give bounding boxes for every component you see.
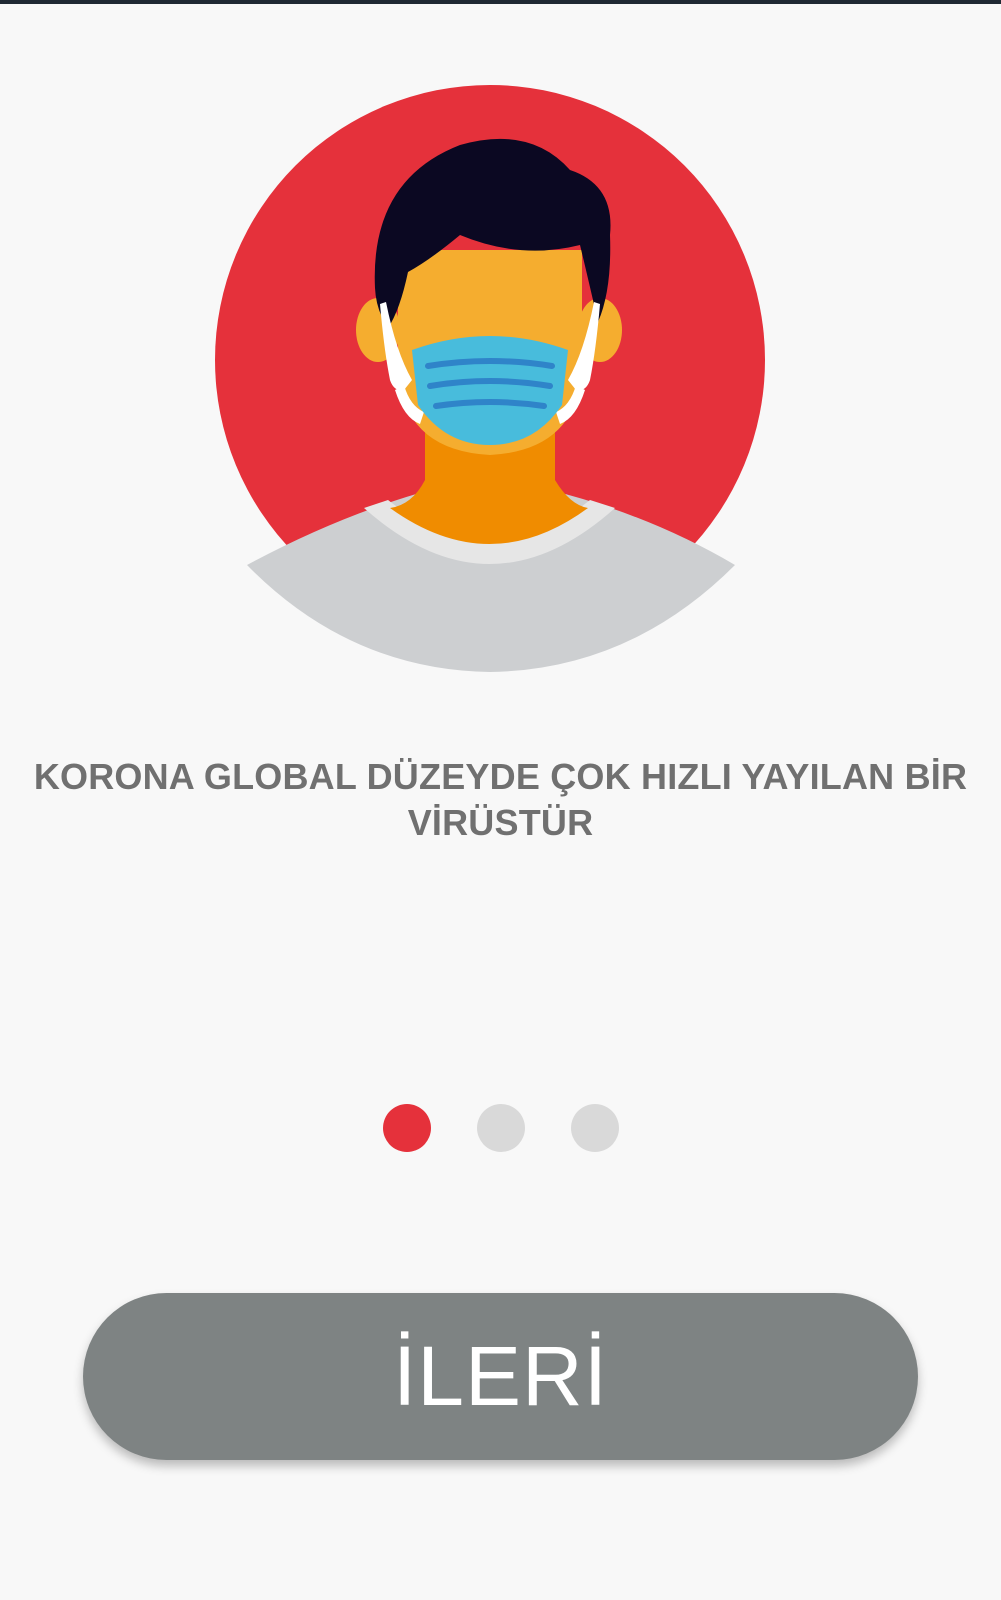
page-dot-active[interactable] — [382, 1104, 431, 1152]
status-bar-edge — [0, 0, 1001, 4]
next-button[interactable]: İLERİ — [83, 1293, 918, 1460]
onboarding-message: KORONA GLOBAL DÜZEYDE ÇOK HIZLI YAYILAN … — [33, 756, 968, 843]
page-dot[interactable] — [570, 1104, 619, 1152]
page-dot[interactable] — [476, 1104, 525, 1152]
masked-person-illustration — [215, 85, 765, 672]
onboarding-screen: KORONA GLOBAL DÜZEYDE ÇOK HIZLI YAYILAN … — [0, 0, 1001, 1600]
page-indicator — [0, 1104, 1001, 1156]
